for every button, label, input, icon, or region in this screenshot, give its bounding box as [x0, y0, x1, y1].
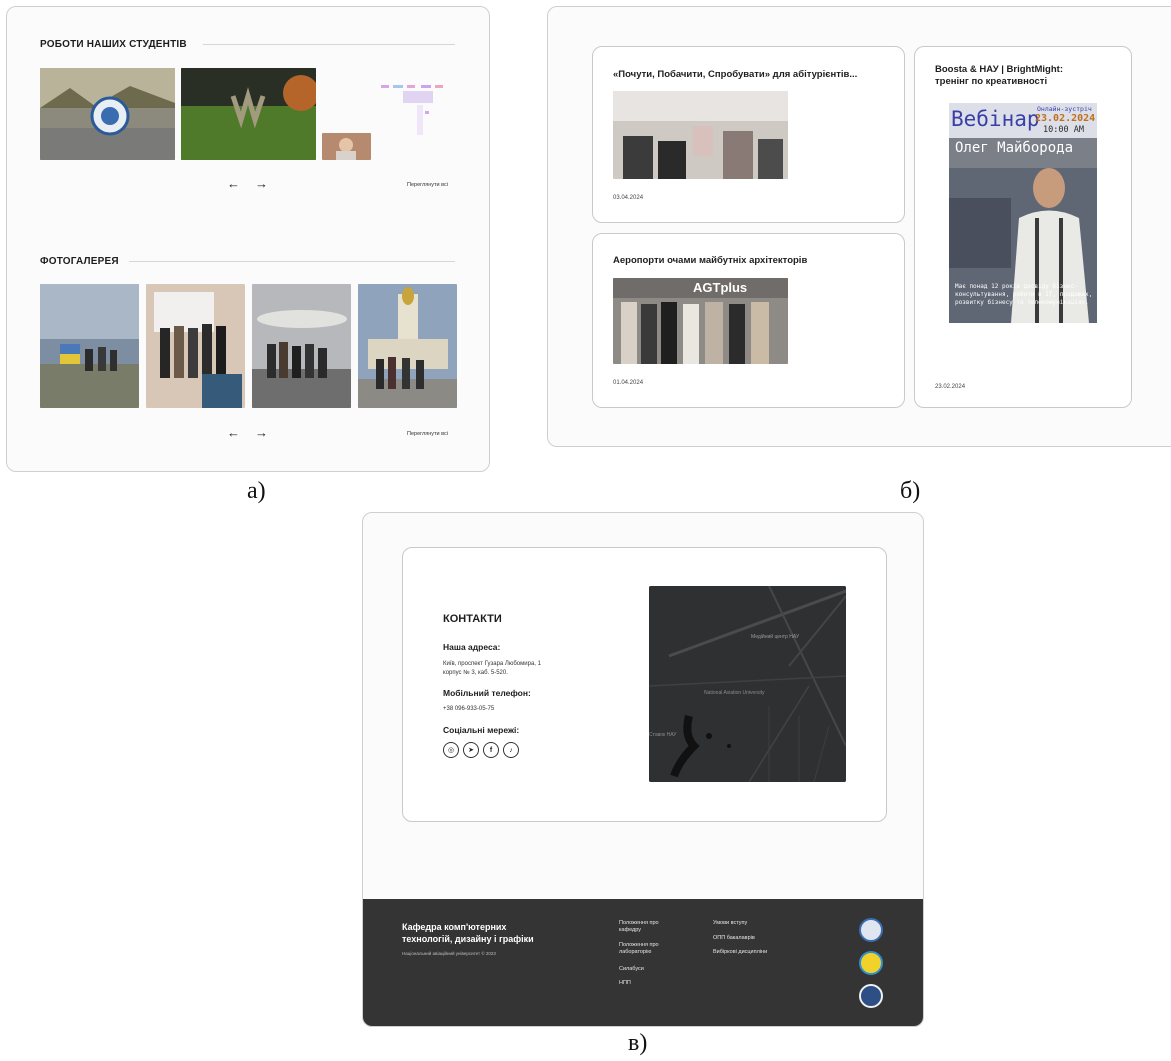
news-card-2[interactable]: Аеропорти очами майбутніх архітекторів A… [592, 233, 905, 408]
news-card-3-date: 23.02.2024 [935, 384, 966, 390]
caption-b: б) [900, 478, 921, 504]
caption-a: а) [247, 478, 266, 504]
map-label-pond: Ставок НАУ [649, 732, 677, 738]
news-card-3[interactable]: Boosta & НАУ | BrightMight: тренінг по к… [914, 46, 1132, 408]
tiktok-icon[interactable]: ♪ [503, 742, 519, 758]
student-work-image-4[interactable] [373, 81, 455, 135]
news-card-3-title: Boosta & НАУ | BrightMight: тренінг по к… [935, 64, 1063, 87]
university-logo-icon[interactable] [859, 918, 883, 942]
news-card-1[interactable]: «Почути, Побачити, Спробувати» для абіту… [592, 46, 905, 223]
poster-text: Має понад 12 років досвіду бізнес-консул… [955, 283, 1093, 306]
location-map[interactable]: Медійний центр НАУ National Aviation Uni… [649, 586, 846, 782]
agt-plus-text: AGTplus [693, 280, 747, 295]
gallery-photo-4[interactable] [358, 284, 457, 408]
facebook-icon[interactable]: f [483, 742, 499, 758]
students-see-all-link[interactable]: Переглянути всі [407, 182, 448, 188]
footer-link-department[interactable]: Положення про кафедру [619, 920, 679, 934]
social-label: Соціальні мережі: [443, 725, 520, 735]
footer-link-staff[interactable]: НПП [619, 980, 631, 987]
gallery-title-divider [129, 261, 455, 262]
panel-a-website-section: РОБОТИ НАШИХ СТУДЕНТІВ ← → Переглянути в… [6, 6, 490, 472]
gallery-see-all-link[interactable]: Переглянути всі [407, 431, 448, 437]
footer-copyright: Національний авіаційний університет © 20… [402, 951, 496, 956]
address-line-2: корпус № 3, каб. 5-520. [443, 670, 508, 676]
footer-link-bachelor[interactable]: ОПП бакалаврів [713, 935, 755, 942]
address-line-1: Київ, проспект Гузара Любомира, 1 [443, 661, 541, 667]
address-label: Наша адреса: [443, 642, 501, 652]
footer-link-electives[interactable]: Вибіркові дисципліни [713, 949, 767, 956]
faculty-logo-icon[interactable] [859, 951, 883, 975]
news-card-2-image: AGTplus [613, 278, 788, 364]
poster-speaker: Олег Майборода [955, 140, 1074, 156]
news-card-2-date: 01.04.2024 [613, 380, 644, 386]
instagram-icon[interactable]: ◎ [443, 742, 459, 758]
phone-number[interactable]: +38 096-933-05-75 [443, 705, 494, 714]
panel-c-contacts-section: КОНТАКТИ Наша адреса: Київ, проспект Гуз… [362, 512, 924, 1027]
gallery-prev-arrow[interactable]: ← [227, 425, 240, 440]
panel-b-news-section: «Почути, Побачити, Спробувати» для абіту… [547, 6, 1171, 447]
contacts-card: КОНТАКТИ Наша адреса: Київ, проспект Гуз… [402, 547, 887, 822]
contacts-heading: КОНТАКТИ [443, 613, 502, 625]
caption-c: в) [628, 1030, 648, 1056]
news-card-1-image [613, 91, 788, 179]
poster-heading: Вебінар [951, 107, 1040, 131]
telegram-icon[interactable]: ➤ [463, 742, 479, 758]
gallery-photo-3[interactable] [252, 284, 351, 408]
site-footer: Кафедра комп'ютерних технологій, дизайну… [363, 899, 923, 1026]
students-works-title: РОБОТИ НАШИХ СТУДЕНТІВ [40, 39, 187, 50]
gallery-next-arrow[interactable]: → [255, 425, 268, 440]
news-card-1-title: «Почути, Побачити, Спробувати» для абіту… [613, 69, 858, 80]
student-work-image-2[interactable] [181, 68, 316, 160]
webinar-poster: Вебінар Онлайн-зустріч 23.02.2024 10:00 … [949, 103, 1097, 323]
map-label-university: National Aviation University [704, 690, 765, 696]
footer-title-line-1: Кафедра комп'ютерних [402, 922, 507, 932]
news-card-2-title: Аеропорти очами майбутніх архітекторів [613, 255, 808, 266]
news-card-1-date: 03.04.2024 [613, 195, 644, 201]
footer-link-admission[interactable]: Умови вступу [713, 920, 747, 927]
poster-date: 23.02.2024 [1035, 113, 1096, 124]
poster-time: 10:00 AM [1043, 125, 1084, 135]
footer-link-laboratory[interactable]: Положення про лабораторію [619, 942, 679, 956]
students-title-divider [203, 44, 455, 45]
student-work-image-1[interactable] [40, 68, 175, 160]
poster-subheading: Онлайн-зустріч [1037, 105, 1092, 113]
gallery-photo-1[interactable] [40, 284, 139, 408]
department-logo-icon[interactable] [859, 984, 883, 1008]
phone-label: Мобільний телефон: [443, 688, 531, 698]
students-next-arrow[interactable]: → [255, 176, 268, 191]
photo-gallery-title: ФОТОГАЛЕРЕЯ [40, 256, 119, 267]
students-prev-arrow[interactable]: ← [227, 176, 240, 191]
map-label-center: Медійний центр НАУ [751, 633, 800, 640]
footer-link-syllabus[interactable]: Силабуси [619, 966, 644, 973]
footer-title-line-2: технологій, дизайну і графіки [402, 934, 534, 944]
gallery-photo-2[interactable] [146, 284, 245, 408]
student-work-image-3[interactable] [322, 133, 371, 160]
footer-title: Кафедра комп'ютерних технологій, дизайну… [402, 921, 534, 945]
